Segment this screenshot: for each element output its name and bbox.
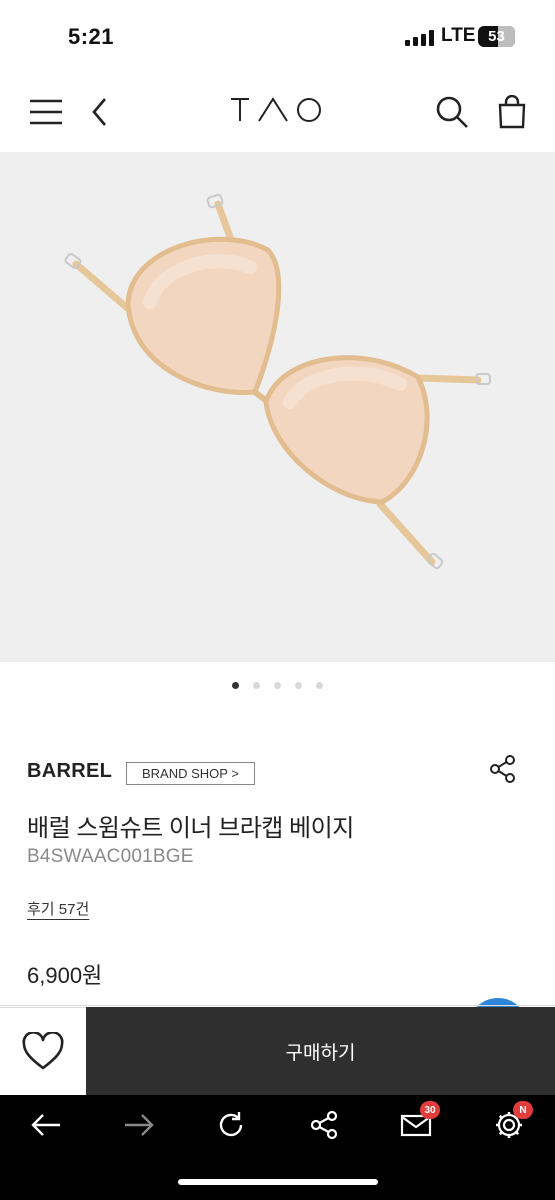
battery-icon: 53: [478, 26, 515, 47]
search-button[interactable]: [430, 90, 474, 134]
mail-badge: 30: [420, 1101, 440, 1119]
share-icon: [490, 755, 515, 783]
network-label: LTE: [441, 25, 476, 46]
settings-badge: N: [513, 1101, 533, 1119]
buy-button[interactable]: 구매하기: [86, 1007, 555, 1095]
signal-strength-icon: [405, 30, 435, 46]
share-icon: [310, 1110, 338, 1140]
brand-name[interactable]: BARREL: [27, 760, 112, 783]
wishlist-button[interactable]: [0, 1007, 86, 1095]
arrow-right-icon: [125, 1114, 154, 1136]
status-bar: 5:21 LTE 53: [0, 0, 555, 72]
chevron-left-icon: [92, 98, 106, 126]
carousel-dot[interactable]: [253, 682, 260, 689]
refresh-icon: [219, 1112, 243, 1137]
carousel-dots: [0, 682, 555, 694]
browser-back-button[interactable]: [22, 1103, 70, 1147]
status-time: 5:21: [68, 24, 115, 49]
carousel-dot[interactable]: [295, 682, 302, 689]
carousel-dot[interactable]: [316, 682, 323, 689]
home-indicator: [178, 1179, 378, 1185]
review-count-link[interactable]: 후기 57건: [27, 898, 89, 919]
product-photo: [64, 193, 491, 570]
brand-logo[interactable]: [229, 96, 325, 124]
product-price: 6,900원: [27, 963, 103, 988]
cart-button[interactable]: [490, 90, 534, 134]
browser-share-button[interactable]: [300, 1103, 348, 1147]
back-button[interactable]: [78, 90, 122, 134]
share-button[interactable]: [486, 752, 520, 786]
heart-icon: [22, 1031, 64, 1069]
hamburger-icon: [30, 99, 62, 125]
app-header: [0, 72, 555, 150]
settings-button[interactable]: N: [485, 1101, 533, 1147]
product-image[interactable]: [0, 152, 555, 662]
battery-percent: 53: [488, 28, 505, 45]
mail-button[interactable]: 30: [392, 1101, 440, 1147]
browser-forward-button[interactable]: [115, 1103, 163, 1147]
product-name: 배럴 스윔슈트 이너 브라캡 베이지: [27, 815, 354, 842]
carousel-dot[interactable]: [274, 682, 281, 689]
search-icon: [436, 96, 468, 128]
shopping-bag-icon: [498, 95, 526, 129]
carousel-dot[interactable]: [232, 682, 239, 689]
menu-button[interactable]: [24, 90, 68, 134]
divider: [0, 1005, 555, 1006]
brand-shop-button[interactable]: BRAND SHOP >: [126, 762, 255, 785]
browser-toolbar: 30 N: [0, 1095, 555, 1200]
product-code: B4SWAAC001BGE: [27, 846, 194, 867]
purchase-bar: 구매하기: [0, 1007, 555, 1095]
refresh-button[interactable]: [207, 1103, 255, 1147]
arrow-left-icon: [31, 1114, 60, 1136]
